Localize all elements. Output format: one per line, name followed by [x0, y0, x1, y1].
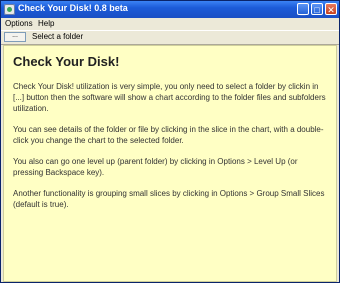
- minimize-button[interactable]: _: [297, 3, 309, 15]
- selected-folder-label: Select a folder: [32, 32, 84, 41]
- app-window: Check Your Disk! 0.8 beta _ □ ✕ Options …: [0, 0, 340, 283]
- toolbar: ... Select a folder: [1, 30, 339, 45]
- help-paragraph-usage: Check Your Disk! utilization is very sim…: [13, 82, 326, 113]
- browse-folder-button[interactable]: ...: [4, 32, 26, 42]
- menu-options[interactable]: Options: [5, 19, 33, 28]
- window-title: Check Your Disk! 0.8 beta: [18, 3, 128, 13]
- menu-bar: Options Help: [1, 18, 339, 30]
- menu-help[interactable]: Help: [38, 19, 54, 28]
- app-icon[interactable]: [4, 4, 15, 15]
- title-bar[interactable]: Check Your Disk! 0.8 beta _ □ ✕: [1, 1, 339, 18]
- page-title: Check Your Disk!: [13, 54, 120, 69]
- help-panel: Check Your Disk! Check Your Disk! utiliz…: [3, 45, 337, 282]
- maximize-button[interactable]: □: [311, 3, 323, 15]
- help-paragraph-grouping: Another functionality is grouping small …: [13, 189, 325, 209]
- help-paragraph-details: You can see details of the folder or fil…: [13, 125, 324, 145]
- help-paragraph-level-up: You also can go one level up (parent fol…: [13, 157, 298, 177]
- close-button[interactable]: ✕: [325, 3, 337, 15]
